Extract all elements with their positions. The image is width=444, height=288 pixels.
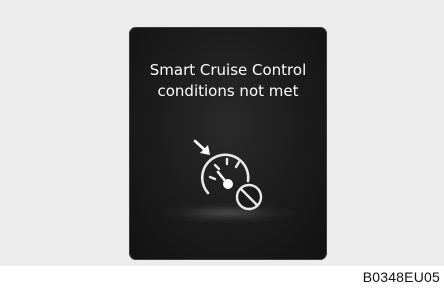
cluster-display: Smart Cruise Control conditions not met: [129, 27, 327, 260]
prohibited-circle-icon: [235, 183, 263, 211]
smart-cruise-control-not-available-icon: [193, 139, 263, 211]
warning-message: Smart Cruise Control conditions not met: [129, 60, 327, 102]
figure-code: B0348EU05: [362, 269, 440, 285]
warning-message-line-2: conditions not met: [157, 82, 299, 100]
set-arrow-icon: [193, 139, 210, 155]
warning-message-line-1: Smart Cruise Control: [149, 61, 307, 79]
